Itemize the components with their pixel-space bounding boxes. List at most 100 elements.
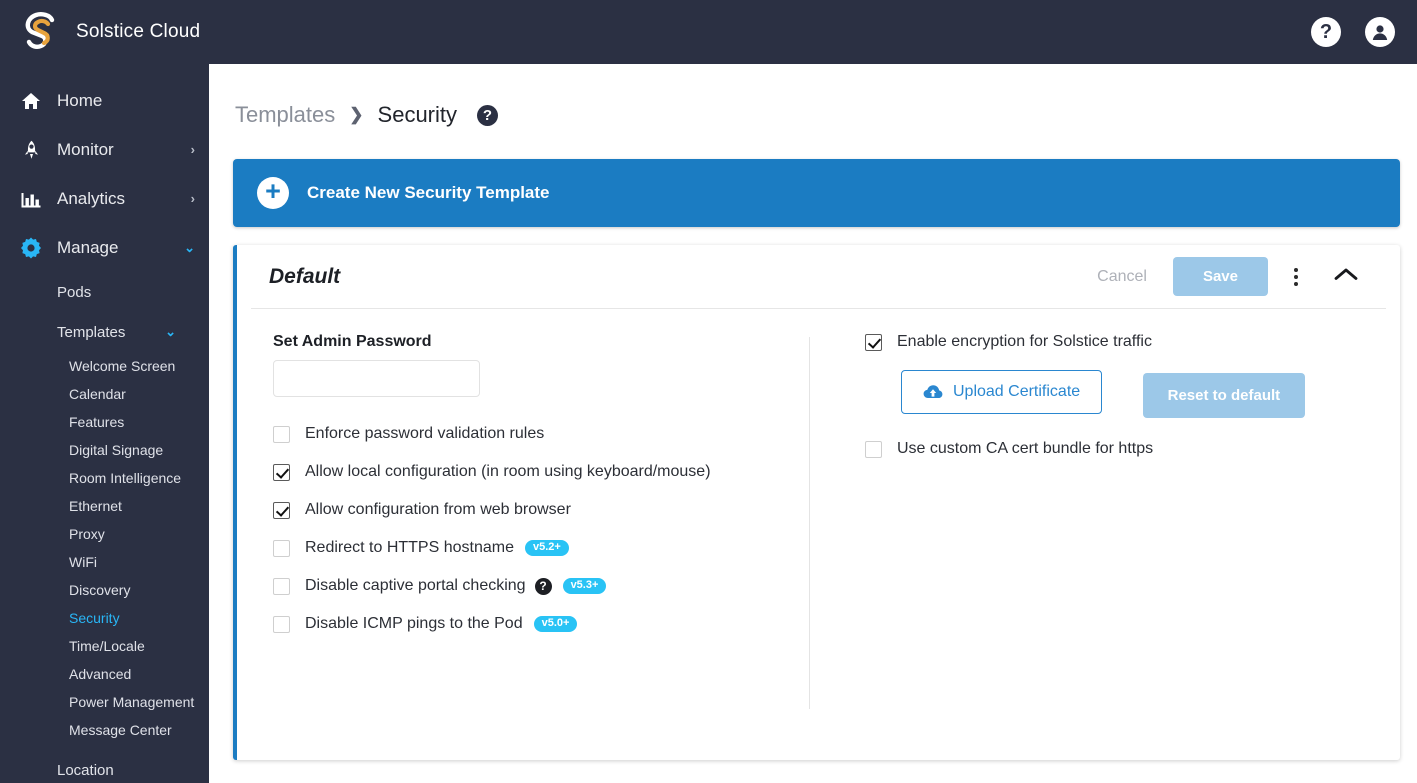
sidebar-item-ethernet[interactable]: Ethernet xyxy=(0,492,209,520)
chevron-up-icon[interactable] xyxy=(1324,263,1368,290)
chevron-down-icon: ⌄ xyxy=(165,324,176,339)
checkbox-icon[interactable] xyxy=(273,539,290,557)
create-new-security-template-button[interactable]: + Create New Security Template xyxy=(233,159,1400,227)
card-actions: Cancel Save xyxy=(1089,257,1368,296)
sidebar-item-label: Power Management xyxy=(69,694,195,710)
option-disable-captive-portal-checking[interactable]: Disable captive portal checking ? v5.3+ xyxy=(273,577,809,595)
sidebar-item-advanced[interactable]: Advanced xyxy=(0,660,209,688)
main-content: Templates ❯ Security ? + Create New Secu… xyxy=(209,64,1417,783)
option-label: Enforce password validation rules xyxy=(305,425,545,442)
page-title: Security xyxy=(377,102,458,127)
breadcrumb-parent[interactable]: Templates xyxy=(235,102,335,128)
option-label: Enable encryption for Solstice traffic xyxy=(897,333,1152,350)
right-column: Enable encryption for Solstice traffic U… xyxy=(810,333,1400,759)
sidebar-item-discovery[interactable]: Discovery xyxy=(0,576,209,604)
rocket-icon xyxy=(14,140,48,160)
checkbox-checked-icon[interactable] xyxy=(865,333,882,351)
sidebar-item-label: Ethernet xyxy=(69,498,122,514)
bar-chart-icon xyxy=(14,190,48,208)
sidebar-item-label: Digital Signage xyxy=(69,442,164,458)
user-account-icon[interactable] xyxy=(1365,17,1395,47)
checkbox-icon[interactable] xyxy=(273,577,290,595)
sidebar: Home Monitor › Analytics › Manage ⌄ Pods… xyxy=(0,64,209,783)
chevron-right-icon: › xyxy=(190,142,195,157)
solstice-s-logo-icon xyxy=(22,11,60,53)
set-admin-password-label: Set Admin Password xyxy=(273,333,432,350)
plus-icon: + xyxy=(257,177,289,209)
help-icon[interactable]: ? xyxy=(1311,17,1341,47)
checkbox-icon[interactable] xyxy=(273,425,290,443)
sidebar-item-welcome-screen[interactable]: Welcome Screen xyxy=(0,352,209,380)
sidebar-item-time-locale[interactable]: Time/Locale xyxy=(0,632,209,660)
sidebar-item-label: Location xyxy=(57,761,114,779)
option-label: Allow local configuration (in room using… xyxy=(305,463,711,480)
option-allow-web-browser-configuration[interactable]: Allow configuration from web browser xyxy=(273,501,809,519)
checkbox-checked-icon[interactable] xyxy=(273,501,290,519)
option-label: Disable ICMP pings to the Pod xyxy=(305,615,523,632)
sidebar-item-label: Discovery xyxy=(69,582,131,598)
page-help-icon[interactable]: ? xyxy=(477,104,499,126)
checkbox-icon[interactable] xyxy=(865,440,882,458)
upload-certificate-button[interactable]: Upload Certificate xyxy=(901,370,1103,414)
admin-password-input[interactable] xyxy=(273,360,480,397)
option-redirect-https-hostname[interactable]: Redirect to HTTPS hostname v5.2+ xyxy=(273,539,809,557)
option-label: Disable captive portal checking xyxy=(305,577,526,594)
checkbox-icon[interactable] xyxy=(273,615,290,633)
option-label: Redirect to HTTPS hostname xyxy=(305,539,514,556)
create-banner-label: Create New Security Template xyxy=(307,183,550,202)
gear-icon xyxy=(14,237,48,259)
chevron-down-icon: ⌄ xyxy=(184,239,195,255)
sidebar-item-label: Time/Locale xyxy=(69,638,145,654)
sidebar-item-message-center[interactable]: Message Center xyxy=(0,716,209,744)
sidebar-item-templates[interactable]: Templates ⌄ xyxy=(0,312,209,352)
card-title: Default xyxy=(269,264,341,288)
sidebar-item-digital-signage[interactable]: Digital Signage xyxy=(0,436,209,464)
sidebar-item-label: Features xyxy=(69,414,125,430)
option-label: Allow configuration from web browser xyxy=(305,501,571,518)
security-template-card: Default Cancel Save Set Admin Password E… xyxy=(233,245,1400,760)
sidebar-item-location[interactable]: Location xyxy=(0,750,209,783)
sidebar-item-wifi[interactable]: WiFi xyxy=(0,548,209,576)
sidebar-item-features[interactable]: Features xyxy=(0,408,209,436)
version-badge: v5.3+ xyxy=(562,578,607,594)
sidebar-item-monitor[interactable]: Monitor › xyxy=(0,125,209,174)
top-bar: Solstice Cloud ? xyxy=(0,0,1417,64)
sidebar-item-proxy[interactable]: Proxy xyxy=(0,520,209,548)
sidebar-item-room-intelligence[interactable]: Room Intelligence xyxy=(0,464,209,492)
sidebar-item-label: Room Intelligence xyxy=(69,470,182,486)
sidebar-item-label: WiFi xyxy=(69,554,97,570)
option-help-icon[interactable]: ? xyxy=(534,577,552,595)
sidebar-item-pods[interactable]: Pods xyxy=(0,272,209,312)
save-button[interactable]: Save xyxy=(1172,257,1268,296)
option-enforce-password-validation[interactable]: Enforce password validation rules xyxy=(273,425,809,443)
sidebar-item-home[interactable]: Home xyxy=(0,76,209,125)
sidebar-item-calendar[interactable]: Calendar xyxy=(0,380,209,408)
option-disable-icmp-pings[interactable]: Disable ICMP pings to the Pod v5.0+ xyxy=(273,615,809,633)
checkbox-checked-icon[interactable] xyxy=(273,463,290,481)
home-icon xyxy=(14,91,48,111)
cancel-button[interactable]: Cancel xyxy=(1089,264,1155,290)
brand[interactable]: Solstice Cloud xyxy=(22,11,200,53)
sidebar-item-analytics[interactable]: Analytics › xyxy=(0,174,209,223)
reset-to-default-button[interactable]: Reset to default xyxy=(1142,373,1306,418)
sidebar-item-label: Monitor xyxy=(57,139,114,159)
sidebar-item-label: Analytics xyxy=(57,188,126,208)
card-header: Default Cancel Save xyxy=(251,245,1386,309)
sidebar-item-label: Welcome Screen xyxy=(69,358,176,374)
more-vertical-icon[interactable] xyxy=(1286,264,1306,290)
app-root: Solstice Cloud ? Home Monitor › Analytic… xyxy=(0,0,1417,783)
sidebar-item-security[interactable]: Security xyxy=(0,604,209,632)
option-allow-local-configuration[interactable]: Allow local configuration (in room using… xyxy=(273,463,809,481)
sidebar-item-power-management[interactable]: Power Management xyxy=(0,688,209,716)
sidebar-item-label: Proxy xyxy=(69,526,105,542)
sidebar-item-label: Security xyxy=(69,610,120,626)
sidebar-item-label: Templates xyxy=(57,323,126,341)
body: Home Monitor › Analytics › Manage ⌄ Pods… xyxy=(0,64,1417,783)
sidebar-item-label: Manage xyxy=(57,237,119,257)
sidebar-item-manage[interactable]: Manage ⌄ xyxy=(0,223,209,272)
breadcrumb: Templates ❯ Security ? xyxy=(233,64,1400,128)
option-enable-encryption[interactable]: Enable encryption for Solstice traffic xyxy=(865,333,1400,351)
upload-certificate-label: Upload Certificate xyxy=(953,383,1081,400)
option-use-custom-ca-bundle[interactable]: Use custom CA cert bundle for https xyxy=(865,440,1400,458)
sidebar-item-label: Advanced xyxy=(69,666,132,682)
